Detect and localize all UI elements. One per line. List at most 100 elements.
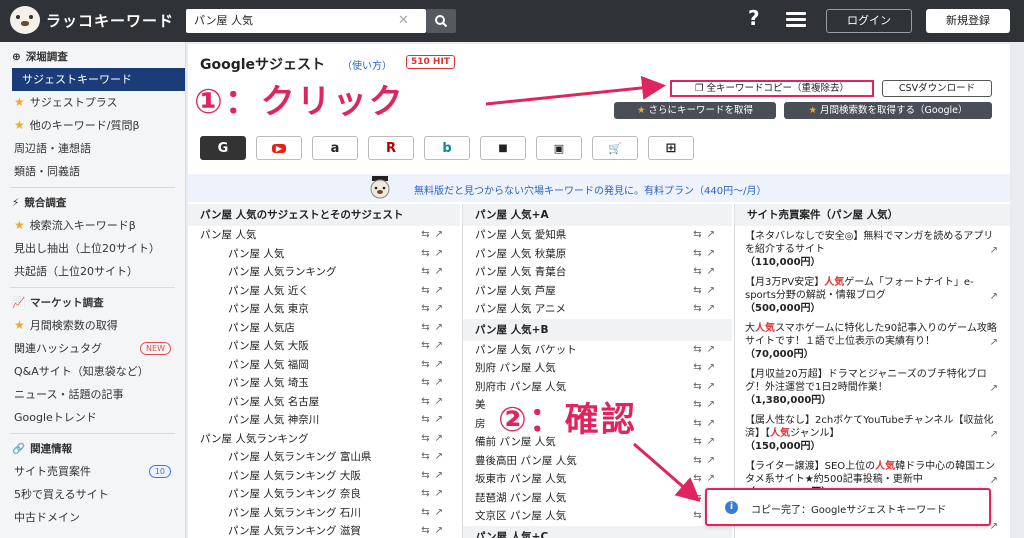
keyword-row[interactable]: パン屋 人気ランキング ⇆↗ [188,430,460,449]
tab-rakuten[interactable]: R [368,136,414,160]
external-link-icon[interactable]: ↗ [707,303,720,314]
search-button[interactable] [426,9,456,33]
keyword-row[interactable]: パン屋 人気 愛知県 ⇆↗ [463,226,732,245]
sidebar-item-other-keywords[interactable]: ★ 他のキーワード/質問β [0,114,185,137]
external-link-icon[interactable]: ↗ [990,336,998,349]
retweet-icon[interactable]: ⇆ [421,451,434,462]
retweet-icon[interactable]: ⇆ [421,433,434,444]
keyword-row[interactable]: 文京区 パン屋 人気⇆↗ [463,507,732,526]
sidebar-item-monthly-volume[interactable]: ★ 月間検索数の取得 [0,314,185,337]
external-link-icon[interactable]: ↗ [707,344,720,355]
keyword-row[interactable]: パン屋 人気 アニメ ⇆↗ [463,300,732,319]
keyword-row[interactable]: パン屋 人気 東京 ⇆↗ [188,300,460,319]
keyword-row[interactable]: 琵琶湖 パン屋 人気⇆↗ [463,489,732,508]
keyword-row[interactable]: パン屋 人気 名古屋 ⇆↗ [188,393,460,412]
retweet-icon[interactable]: ⇆ [693,418,706,429]
keyword-row[interactable]: パン屋 人気 福岡 ⇆↗ [188,356,460,375]
promo-banner[interactable]: 無料版だと見つからない穴場キーワードの発見に。有料プラン（440円〜/月） [188,174,1010,202]
signup-button[interactable]: 新規登録 [926,9,1010,33]
keyword-row[interactable]: パン屋 人気 埼玉 ⇆↗ [188,374,460,393]
external-link-icon[interactable]: ↗ [435,414,448,425]
external-link-icon[interactable]: ↗ [435,303,448,314]
tab-bing[interactable]: b [424,136,470,160]
keyword-row[interactable]: 豊後高田 パン屋 人気 ⇆↗ [463,452,732,471]
external-link-icon[interactable]: ↗ [435,470,448,481]
external-link-icon[interactable]: ↗ [707,229,720,240]
retweet-icon[interactable]: ⇆ [421,507,434,518]
login-button[interactable]: ログイン [826,9,912,33]
external-link-icon[interactable]: ↗ [990,382,998,395]
keyword-row[interactable]: パン屋 人気ランキング 滋賀 ⇆↗ [188,522,460,538]
keyword-row[interactable]: パン屋 人気ランキング 奈良 ⇆↗ [188,485,460,504]
external-link-icon[interactable]: ↗ [707,418,720,429]
external-link-icon[interactable]: ↗ [990,290,998,303]
retweet-icon[interactable]: ⇆ [421,414,434,425]
sidebar-item-hashtags[interactable]: 関連ハッシュタグ NEW [0,337,185,360]
copy-all-keywords-button[interactable]: ❐ 全キーワードコピー（重複除去） [670,80,874,97]
retweet-icon[interactable]: ⇆ [693,303,706,314]
retweet-icon[interactable]: ⇆ [421,229,434,240]
retweet-icon[interactable]: ⇆ [421,322,434,333]
csv-download-button[interactable]: CSVダウンロード [882,80,992,97]
external-link-icon[interactable]: ↗ [435,322,448,333]
retweet-icon[interactable]: ⇆ [421,248,434,259]
sidebar-item-cooccurrence[interactable]: 共起語（上位20サイト） [0,260,185,283]
sidebar-item-inflow-keywords[interactable]: ★ 検索流入キーワードβ [0,214,185,237]
external-link-icon[interactable]: ↗ [707,362,720,373]
site-deal-item[interactable]: 【月収益20万超】ドラマとジャニーズのブチ特化ブログ！外注運営で1日2時間作業！… [735,364,1010,410]
keyword-row[interactable]: パン屋 人気 秋葉原 ⇆↗ [463,245,732,264]
tab-amazon[interactable]: a [312,136,358,160]
keyword-row[interactable]: パン屋 人気ランキング 富山県 ⇆↗ [188,448,460,467]
external-link-icon[interactable]: ↗ [435,229,448,240]
keyword-row[interactable]: パン屋 人気 神奈川 ⇆↗ [188,411,460,430]
keyword-row[interactable]: パン屋 人気ランキング 大阪 ⇆↗ [188,467,460,486]
external-link-icon[interactable]: ↗ [435,266,448,277]
retweet-icon[interactable]: ⇆ [421,377,434,388]
tab-apps[interactable]: ⊞ [648,136,694,160]
keyword-row[interactable]: パン屋 人気 ⇆↗ [188,245,460,264]
retweet-icon[interactable]: ⇆ [421,285,434,296]
retweet-icon[interactable]: ⇆ [693,344,706,355]
sidebar-item-related-words[interactable]: 周辺語・連想語 [0,137,185,160]
site-deal-item[interactable]: 【ネタバレなしで安全◎】無料でマンガを読めるアプリを紹介するサイト （110,00… [735,226,1010,272]
external-link-icon[interactable]: ↗ [435,248,448,259]
usage-link[interactable]: （使い方） [342,57,392,72]
retweet-icon[interactable]: ⇆ [421,303,434,314]
search-input[interactable]: パン屋 人気 [186,9,426,33]
retweet-icon[interactable]: ⇆ [693,229,706,240]
site-deal-item[interactable]: 【属人性なし】2chボケてYouTubeチャンネル【収益化済】【人気ジャンル】（… [735,410,1010,456]
external-link-icon[interactable]: ↗ [707,436,720,447]
sidebar-item-synonyms[interactable]: 類語・同義語 [0,160,185,183]
sidebar-item-site-deals[interactable]: サイト売買案件 10 [0,460,185,483]
sidebar-item-used-domains[interactable]: 中古ドメイン [0,506,185,529]
sidebar-item-suggest-keyword[interactable]: サジェストキーワード [12,68,185,91]
external-link-icon[interactable]: ↗ [707,473,720,484]
external-link-icon[interactable]: ↗ [990,244,998,257]
help-icon[interactable]: ? [748,6,760,30]
external-link-icon[interactable]: ↗ [707,285,720,296]
external-link-icon[interactable]: ↗ [435,359,448,370]
keyword-row[interactable]: パン屋 人気ランキング 石川 ⇆↗ [188,504,460,523]
external-link-icon[interactable]: ↗ [707,455,720,466]
keyword-row[interactable]: パン屋 人気 大阪 ⇆↗ [188,337,460,356]
tab-video[interactable]: ■ [480,136,526,160]
keyword-row[interactable]: パン屋 人気ランキング ⇆↗ [188,263,460,282]
retweet-icon[interactable]: ⇆ [421,488,434,499]
retweet-icon[interactable]: ⇆ [693,455,706,466]
tab-image[interactable]: ▣ [536,136,582,160]
clear-icon[interactable]: ✕ [398,9,414,33]
logo[interactable]: ラッコキーワード [10,6,174,34]
external-link-icon[interactable]: ↗ [435,285,448,296]
external-link-icon[interactable]: ↗ [435,377,448,388]
keyword-row[interactable]: パン屋 人気店 ⇆↗ [188,319,460,338]
keyword-row[interactable]: パン屋 人気 芦屋 ⇆↗ [463,282,732,301]
external-link-icon[interactable]: ↗ [435,525,448,536]
retweet-icon[interactable]: ⇆ [693,399,706,410]
external-link-icon[interactable]: ↗ [707,266,720,277]
retweet-icon[interactable]: ⇆ [421,525,434,536]
sidebar-item-news[interactable]: ニュース・話題の記事 [0,383,185,406]
sidebar-item-google-trends[interactable]: Googleトレンド [0,406,185,429]
sidebar-item-qa-sites[interactable]: Q&Aサイト（知恵袋など） [0,360,185,383]
external-link-icon[interactable]: ↗ [435,396,448,407]
keyword-row[interactable]: パン屋 人気 ⇆↗ [188,226,460,245]
